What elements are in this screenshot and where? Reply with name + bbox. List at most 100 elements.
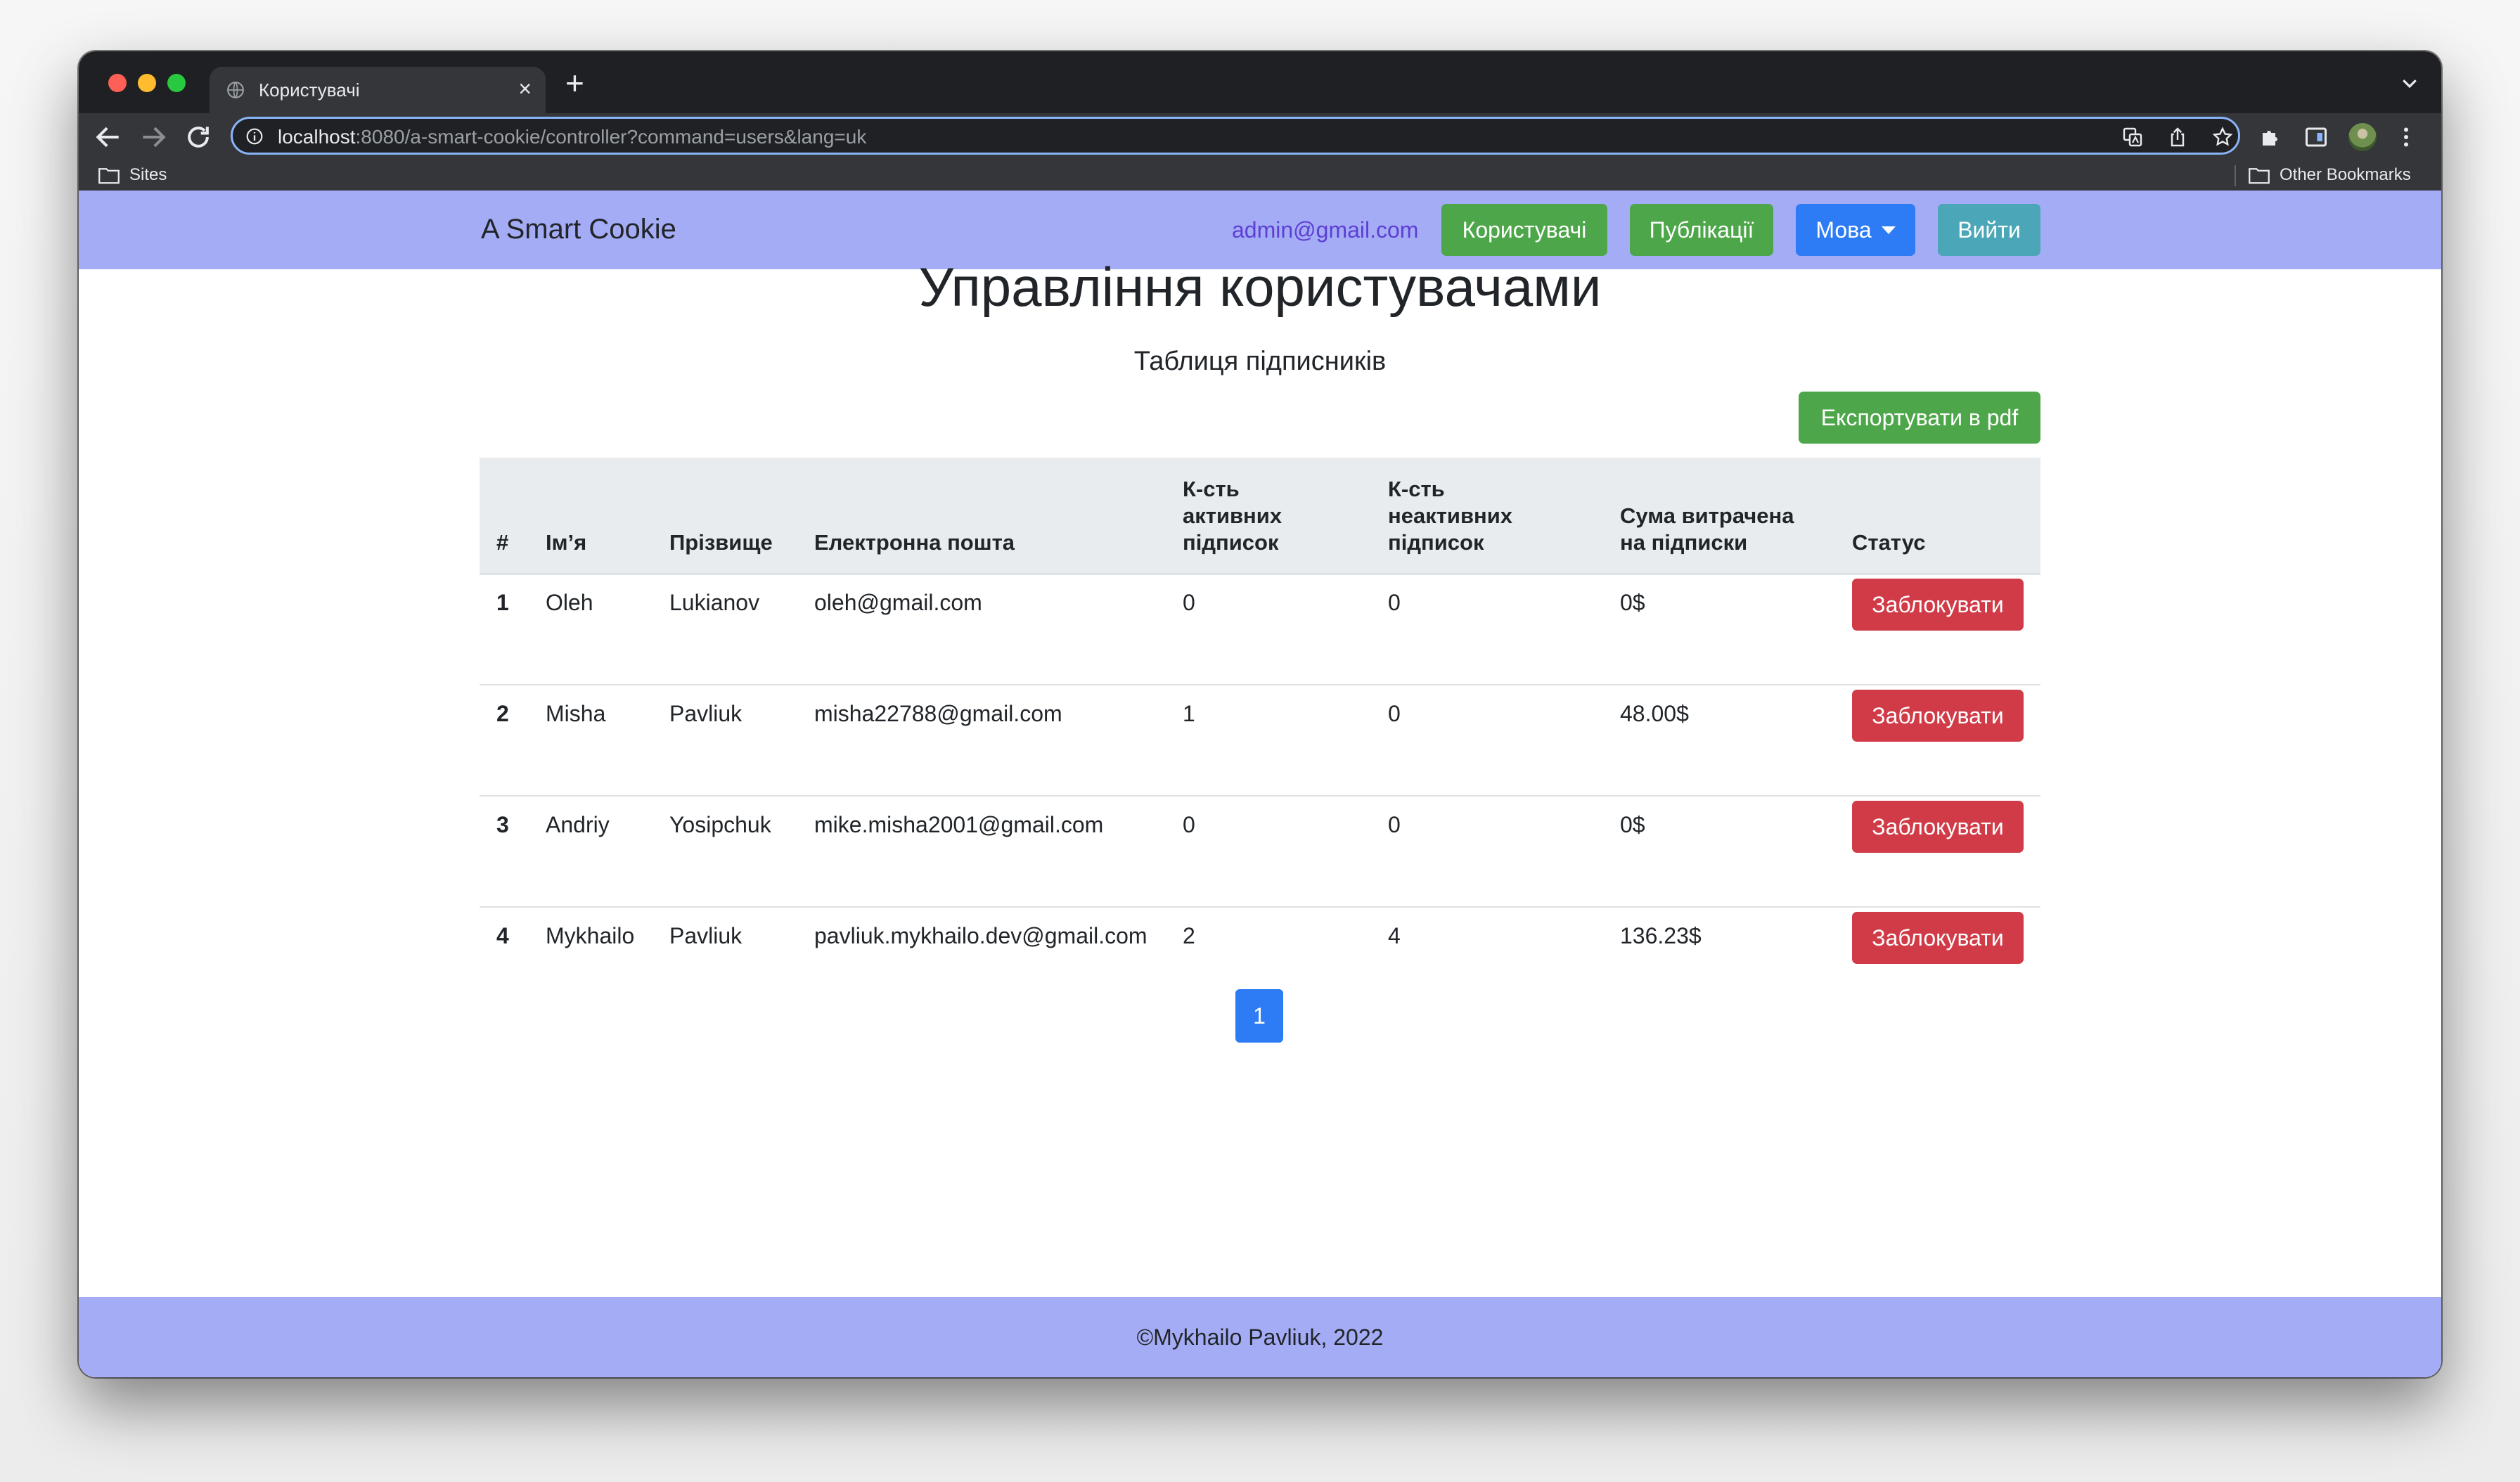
tab-title: Користувачі bbox=[259, 79, 360, 101]
brand-link[interactable]: A Smart Cookie bbox=[481, 214, 676, 245]
browser-tab[interactable]: Користувачі × bbox=[210, 67, 546, 113]
folder-icon bbox=[2249, 168, 2270, 184]
plus-icon[interactable]: + bbox=[565, 67, 584, 99]
site-footer: ©Mykhailo Pavliuk, 2022 bbox=[79, 1297, 2441, 1377]
language-dropdown-button[interactable]: Мова bbox=[1796, 204, 1915, 256]
cell-num: 4 bbox=[496, 923, 509, 948]
column-header-active: К-сть активних підписок bbox=[1183, 476, 1282, 556]
bookmark-label: Sites bbox=[129, 165, 167, 184]
pagination-page-1[interactable]: 1 bbox=[1235, 989, 1283, 1043]
share-icon[interactable] bbox=[2166, 126, 2189, 148]
url-path: :8080/a-smart-cookie/controller?command=… bbox=[355, 126, 867, 148]
block-user-button[interactable]: Заблокувати bbox=[1852, 690, 2024, 742]
column-header-surname: Прізвище bbox=[669, 530, 773, 555]
translate-icon[interactable] bbox=[2121, 126, 2144, 148]
cell-spent: 0$ bbox=[1620, 812, 1645, 837]
cell-surname: Yosipchuk bbox=[669, 812, 771, 837]
profile-avatar[interactable] bbox=[2348, 123, 2377, 151]
bookmarks-bar: Sites Other Bookmarks bbox=[79, 161, 2441, 192]
maximize-window-button[interactable] bbox=[167, 74, 186, 92]
publications-button[interactable]: Публікації bbox=[1630, 204, 1773, 256]
cell-inactive: 0 bbox=[1388, 701, 1401, 726]
window-controls bbox=[108, 74, 186, 92]
column-header-line: підписок bbox=[1388, 530, 1484, 555]
export-pdf-button[interactable]: Експортувати в pdf bbox=[1799, 392, 2040, 444]
table-title: Таблиця підписників bbox=[1133, 347, 1387, 376]
row-divider bbox=[480, 684, 2040, 685]
column-header-name: Ім’я bbox=[546, 530, 587, 555]
cell-active: 2 bbox=[1183, 923, 1195, 948]
column-header-email: Електронна пошта bbox=[814, 530, 1015, 555]
cell-spent: 48.00$ bbox=[1620, 701, 1689, 726]
bookmark-sites[interactable]: Sites bbox=[98, 165, 167, 185]
block-user-button[interactable]: Заблокувати bbox=[1852, 801, 2024, 853]
browser-window: Користувачі × + localhost:8080/a-smart-c… bbox=[79, 51, 2441, 1377]
back-icon[interactable] bbox=[93, 122, 124, 153]
logout-button[interactable]: Вийти bbox=[1938, 204, 2040, 256]
cell-inactive: 4 bbox=[1388, 923, 1401, 948]
row-divider bbox=[480, 795, 2040, 797]
sidepanel-icon[interactable] bbox=[2303, 124, 2329, 150]
cell-name: Mykhailo bbox=[546, 923, 635, 948]
footer-text: ©Mykhailo Pavliuk, 2022 bbox=[1136, 1324, 1384, 1350]
column-header-line: неактивних bbox=[1388, 503, 1513, 528]
column-header-line: активних bbox=[1183, 503, 1282, 528]
caret-down-icon bbox=[1881, 226, 1896, 234]
address-bar[interactable]: localhost:8080/a-smart-cookie/controller… bbox=[231, 117, 2240, 155]
column-header-line: на підписки bbox=[1620, 530, 1748, 555]
cell-email: oleh@gmail.com bbox=[814, 590, 982, 615]
cell-active: 0 bbox=[1183, 590, 1195, 615]
block-user-button[interactable]: Заблокувати bbox=[1852, 579, 2024, 631]
column-header-spent: Сума витрачена на підписки bbox=[1620, 503, 1794, 556]
tab-strip: Користувачі × + bbox=[79, 51, 2441, 113]
url-host: localhost bbox=[278, 126, 356, 148]
web-page: A Smart Cookie admin@gmail.com Користува… bbox=[79, 191, 2441, 1377]
other-bookmarks[interactable]: Other Bookmarks bbox=[2249, 165, 2411, 185]
user-email-link[interactable]: admin@gmail.com bbox=[1232, 217, 1418, 243]
cell-inactive: 0 bbox=[1388, 812, 1401, 837]
close-window-button[interactable] bbox=[108, 74, 127, 92]
column-header-line: К-сть bbox=[1388, 477, 1445, 501]
page-title: Управління користувачами bbox=[918, 256, 1602, 318]
cell-email: misha22788@gmail.com bbox=[814, 701, 1062, 726]
cell-inactive: 0 bbox=[1388, 590, 1401, 615]
column-header-inactive: К-сть неактивних підписок bbox=[1388, 476, 1512, 556]
close-icon[interactable]: × bbox=[518, 76, 532, 102]
menu-dots-icon[interactable] bbox=[2393, 124, 2419, 150]
cell-name: Oleh bbox=[546, 590, 593, 615]
cell-surname: Lukianov bbox=[669, 590, 760, 615]
column-header-line: підписок bbox=[1183, 530, 1279, 555]
column-header-line: Сума витрачена bbox=[1620, 503, 1794, 528]
cell-surname: Pavliuk bbox=[669, 701, 742, 726]
column-header-line: К-сть bbox=[1183, 477, 1240, 501]
language-label: Мова bbox=[1815, 217, 1872, 243]
info-icon[interactable] bbox=[245, 127, 264, 146]
row-divider bbox=[480, 906, 2040, 908]
cell-name: Misha bbox=[546, 701, 606, 726]
star-icon[interactable] bbox=[2211, 126, 2234, 148]
chevron-down-icon[interactable] bbox=[2399, 72, 2420, 94]
bookmarks-separator bbox=[2235, 165, 2236, 186]
url-text: localhost:8080/a-smart-cookie/controller… bbox=[278, 126, 866, 148]
block-user-button[interactable]: Заблокувати bbox=[1852, 912, 2024, 964]
cell-email: mike.misha2001@gmail.com bbox=[814, 812, 1104, 837]
users-button[interactable]: Користувачі bbox=[1441, 204, 1607, 256]
minimize-window-button[interactable] bbox=[138, 74, 156, 92]
cell-active: 1 bbox=[1183, 701, 1195, 726]
cell-surname: Pavliuk bbox=[669, 923, 742, 948]
cell-active: 0 bbox=[1183, 812, 1195, 837]
cell-spent: 0$ bbox=[1620, 590, 1645, 615]
cell-name: Andriy bbox=[546, 812, 610, 837]
cell-num: 2 bbox=[496, 701, 509, 726]
cell-num: 1 bbox=[496, 590, 509, 615]
folder-icon bbox=[98, 168, 120, 184]
browser-toolbar: localhost:8080/a-smart-cookie/controller… bbox=[79, 113, 2441, 161]
cell-num: 3 bbox=[496, 812, 509, 837]
globe-icon bbox=[227, 82, 244, 98]
column-header-status: Статус bbox=[1852, 530, 1926, 555]
forward-icon[interactable] bbox=[138, 122, 169, 153]
puzzle-icon[interactable] bbox=[2258, 124, 2284, 150]
reload-icon[interactable] bbox=[183, 122, 214, 153]
column-header-num: # bbox=[496, 530, 509, 555]
other-bookmarks-label: Other Bookmarks bbox=[2280, 165, 2411, 184]
